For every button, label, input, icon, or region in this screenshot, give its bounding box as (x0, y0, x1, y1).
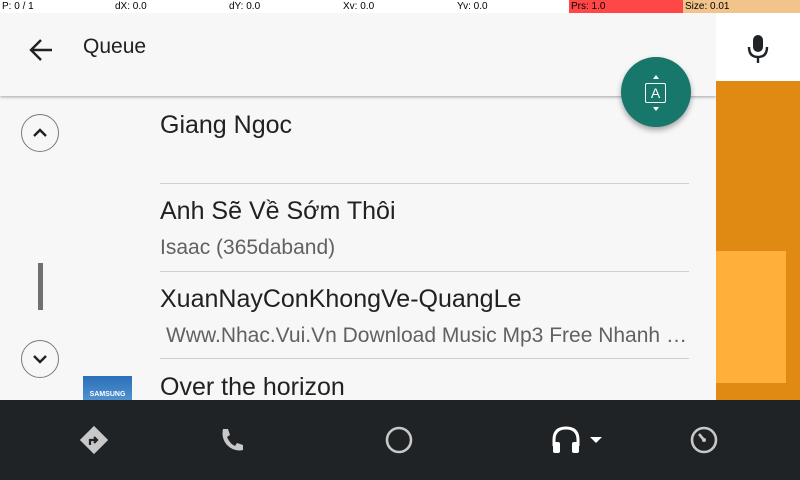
navigation-icon[interactable] (76, 422, 112, 458)
debug-p: P: 0 / 1 (2, 1, 34, 12)
caret-up-icon (653, 75, 659, 79)
thumbnail-label: SAMSUNG (89, 391, 126, 398)
chevron-down-icon (33, 355, 47, 364)
home-circle-icon[interactable] (381, 422, 417, 458)
queue-item-title: XuanNayConKhongVe-QuangLe (160, 285, 522, 313)
headphones-icon[interactable] (548, 422, 584, 458)
scroll-up-button[interactable] (21, 114, 59, 152)
queue-item-title: Anh Sẽ Về Sớm Thôi (160, 197, 396, 225)
divider (160, 183, 689, 184)
debug-prs: Prs: 1.0 (569, 0, 683, 13)
queue-item-subtitle: Isaac (365daband) (160, 236, 336, 259)
divider (160, 271, 689, 272)
debug-yv: Yv: 0.0 (457, 1, 488, 12)
right-panel (716, 13, 800, 400)
chevron-down-icon[interactable] (586, 422, 606, 458)
divider (160, 358, 689, 359)
debug-size: Size: 0.01 (683, 0, 800, 13)
queue-item[interactable]: Over the horizon (160, 373, 689, 400)
arrow-back-icon[interactable] (28, 37, 54, 63)
chevron-up-icon (33, 128, 47, 137)
phone-icon[interactable] (214, 422, 250, 458)
alphabet-jump-button[interactable]: A (621, 57, 691, 127)
queue-item[interactable]: XuanNayConKhongVe-QuangLe Www.Nhac.Vui.V… (160, 285, 689, 348)
queue-item-subtitle: Www.Nhac.Vui.Vn Download Music Mp3 Free … (166, 324, 689, 347)
header: Queue (0, 13, 716, 96)
page-title: Queue (83, 35, 147, 58)
bottom-nav-bar (0, 400, 800, 480)
scrollbar-thumb[interactable] (38, 263, 43, 310)
right-tile[interactable] (716, 251, 786, 383)
letter-a-icon: A (645, 83, 666, 103)
caret-down-icon (653, 107, 659, 111)
scroll-down-button[interactable] (21, 340, 59, 378)
microphone-icon[interactable] (746, 33, 770, 65)
debug-bar: P: 0 / 1 dX: 0.0 dY: 0.0 Xv: 0.0 Yv: 0.0… (0, 0, 800, 13)
debug-dy: dY: 0.0 (229, 1, 261, 12)
queue-item-title: Over the horizon (160, 373, 345, 400)
queue-item-title: Giang Ngoc (160, 111, 293, 139)
debug-xv: Xv: 0.0 (343, 1, 375, 12)
queue-item[interactable]: Giang Ngoc (160, 111, 689, 140)
queue-panel: Queue Giang Ngoc Anh Sẽ Về Sớm Thôi Isaa… (0, 13, 716, 400)
album-art-thumbnail: SAMSUNG (83, 376, 132, 400)
search-bar-area (716, 13, 800, 81)
timer-icon[interactable] (686, 422, 722, 458)
queue-item[interactable]: Anh Sẽ Về Sớm Thôi Isaac (365daband) (160, 197, 689, 260)
debug-dx: dX: 0.0 (115, 1, 147, 12)
